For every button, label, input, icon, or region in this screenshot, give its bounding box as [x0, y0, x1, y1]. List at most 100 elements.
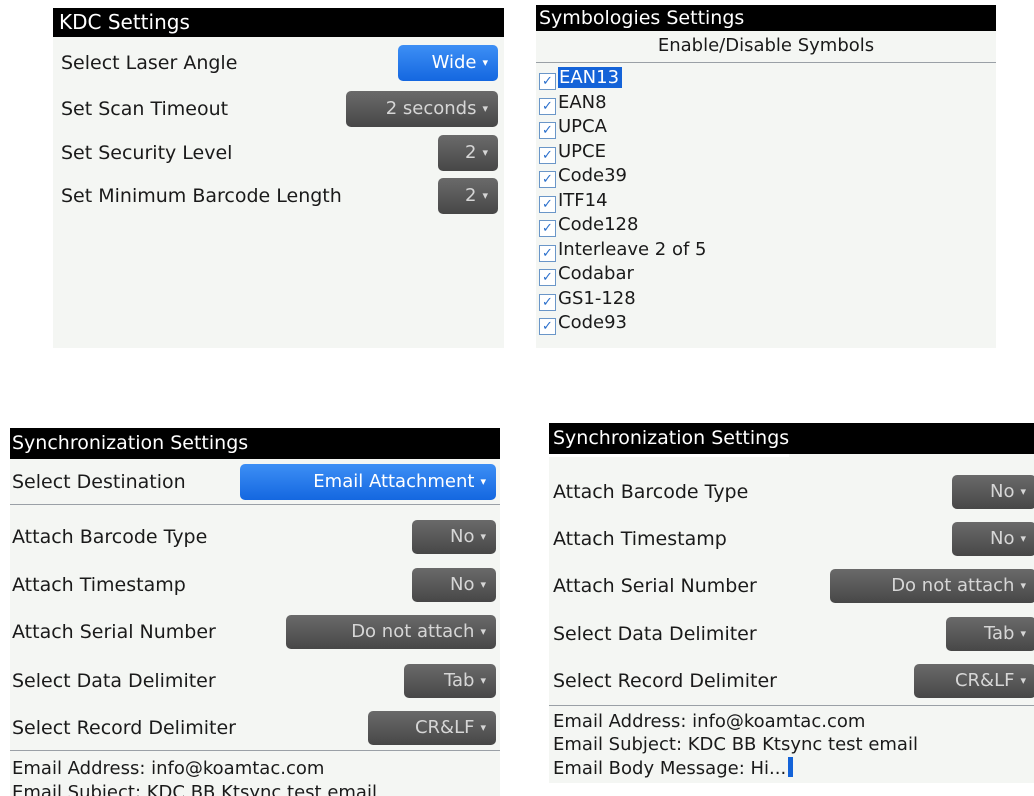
sync-row-record-delimiter: Select Record Delimiter CR&LF ▾ — [10, 707, 500, 749]
checkbox[interactable]: ✓ — [539, 97, 556, 115]
min-barcode-length-dropdown[interactable]: 2 ▾ — [438, 178, 498, 214]
sync-row-timestamp: Attach Timestamp No ▾ — [549, 518, 1034, 560]
symbol-item[interactable]: ✓ EAN8 — [539, 91, 607, 115]
sync-row-record-delimiter: Select Record Delimiter CR&LF ▾ — [549, 660, 1034, 702]
dropdown-value: Tab — [983, 623, 1015, 644]
symbol-item[interactable]: ✓ UPCA — [539, 115, 607, 139]
checkbox[interactable]: ✓ — [539, 73, 556, 90]
checkbox[interactable]: ✓ — [539, 220, 556, 237]
symbol-item[interactable]: ✓ ITF14 — [539, 189, 608, 213]
checkbox[interactable]: ✓ — [539, 318, 556, 335]
symbol-label: EAN8 — [558, 91, 607, 113]
serial-number-dropdown[interactable]: Do not attach ▾ — [830, 569, 1034, 603]
laser-angle-dropdown[interactable]: Wide ▾ — [398, 45, 498, 81]
kdc-row-security-level: Set Security Level 2 ▾ — [53, 133, 504, 173]
chevron-down-icon: ▾ — [482, 189, 488, 202]
email-body-field[interactable]: Email Body Message: Hi... — [553, 757, 794, 779]
symbol-item[interactable]: ✓ UPCE — [539, 140, 606, 164]
symbol-label: ITF14 — [558, 189, 608, 211]
row-label: Select Data Delimiter — [12, 670, 216, 692]
destination-dropdown[interactable]: Email Attachment ▾ — [240, 464, 496, 500]
record-delimiter-dropdown[interactable]: CR&LF ▾ — [914, 664, 1034, 698]
row-label: Select Record Delimiter — [553, 670, 777, 692]
symbol-item[interactable]: ✓ Codabar — [539, 262, 634, 286]
row-label: Select Laser Angle — [61, 52, 238, 74]
dropdown-value: Tab — [443, 670, 475, 691]
sync-row-timestamp: Attach Timestamp No ▾ — [10, 564, 500, 606]
row-label: Attach Barcode Type — [12, 526, 208, 548]
checkbox[interactable]: ✓ — [539, 171, 556, 188]
checkbox[interactable]: ✓ — [539, 293, 556, 311]
email-address-field[interactable]: Email Address: info@koamtac.com — [12, 758, 324, 779]
sync-settings-panel-left: Synchronization Settings Select Destinat… — [10, 428, 500, 796]
email-subject-field[interactable]: Email Subject: KDC BB Ktsync test email — [12, 782, 377, 796]
sync-row-serial-number: Attach Serial Number Do not attach ▾ — [10, 611, 500, 653]
checkbox[interactable]: ✓ — [539, 269, 556, 286]
chevron-down-icon: ▾ — [1020, 627, 1026, 640]
dropdown-value: 2 — [465, 142, 477, 163]
divider — [10, 750, 500, 751]
chevron-down-icon: ▾ — [1020, 532, 1026, 545]
email-subject-field[interactable]: Email Subject: KDC BB Ktsync test email — [553, 734, 918, 755]
symbol-label: Codabar — [558, 263, 634, 284]
data-delimiter-dropdown[interactable]: Tab ▾ — [946, 617, 1034, 651]
chevron-down-icon: ▾ — [480, 475, 486, 488]
timestamp-dropdown[interactable]: No ▾ — [952, 522, 1034, 556]
chevron-down-icon: ▾ — [482, 146, 488, 159]
chevron-down-icon: ▾ — [480, 530, 486, 543]
row-label: Attach Timestamp — [553, 528, 727, 550]
dropdown-value: Do not attach — [351, 621, 475, 642]
timestamp-dropdown[interactable]: No ▾ — [412, 568, 496, 602]
row-label: Attach Serial Number — [12, 621, 216, 643]
checkbox[interactable]: ✓ — [539, 146, 556, 164]
symbol-item[interactable]: ✓ EAN13 — [539, 66, 623, 90]
chevron-down-icon: ▾ — [482, 102, 488, 115]
data-delimiter-dropdown[interactable]: Tab ▾ — [404, 664, 496, 698]
symbol-item[interactable]: ✓ Interleave 2 of 5 — [539, 238, 707, 262]
dropdown-value: No — [989, 481, 1015, 502]
chevron-down-icon: ▾ — [480, 721, 486, 734]
dropdown-value: No — [989, 528, 1015, 549]
sync-row-data-delimiter: Select Data Delimiter Tab ▾ — [10, 660, 500, 702]
symbologies-settings-panel: Symbologies Settings Enable/Disable Symb… — [536, 5, 996, 348]
barcode-type-dropdown[interactable]: No ▾ — [412, 520, 496, 554]
checkbox[interactable]: ✓ — [539, 195, 556, 213]
kdc-row-laser-angle: Select Laser Angle Wide ▾ — [53, 43, 504, 83]
panel-title: Symbologies Settings — [536, 5, 996, 31]
security-level-dropdown[interactable]: 2 ▾ — [438, 135, 498, 171]
barcode-type-dropdown[interactable]: No ▾ — [952, 475, 1034, 509]
record-delimiter-dropdown[interactable]: CR&LF ▾ — [368, 711, 496, 745]
row-label: Set Security Level — [61, 142, 233, 164]
dropdown-value: CR&LF — [954, 670, 1015, 691]
row-label: Set Minimum Barcode Length — [61, 185, 342, 207]
panel-title: KDC Settings — [53, 8, 504, 37]
dropdown-value: 2 seconds — [385, 98, 477, 119]
title-underline — [549, 454, 789, 457]
dropdown-value: No — [449, 574, 475, 595]
row-label: Set Scan Timeout — [61, 98, 229, 120]
email-address-field[interactable]: Email Address: info@koamtac.com — [553, 711, 865, 732]
panel-title: Synchronization Settings — [549, 423, 1034, 454]
chevron-down-icon: ▾ — [482, 56, 488, 69]
row-label: Select Record Delimiter — [12, 717, 236, 739]
chevron-down-icon: ▾ — [1020, 485, 1026, 498]
chevron-down-icon: ▾ — [480, 625, 486, 638]
symbol-item[interactable]: ✓ Code93 — [539, 311, 627, 335]
row-label: Attach Timestamp — [12, 574, 186, 596]
sync-row-destination: Select Destination Email Attachment ▾ — [10, 461, 500, 503]
chevron-down-icon: ▾ — [1020, 579, 1026, 592]
checkbox[interactable]: ✓ — [539, 122, 556, 139]
kdc-row-min-barcode-length: Set Minimum Barcode Length 2 ▾ — [53, 176, 504, 216]
symbol-item[interactable]: ✓ Code128 — [539, 213, 638, 237]
divider — [549, 705, 1034, 706]
serial-number-dropdown[interactable]: Do not attach ▾ — [286, 615, 496, 649]
dropdown-value: CR&LF — [414, 717, 475, 738]
row-label: Attach Serial Number — [553, 575, 757, 597]
dropdown-value: Do not attach — [891, 575, 1015, 596]
checkbox[interactable]: ✓ — [539, 244, 556, 262]
symbol-item[interactable]: ✓ Code39 — [539, 164, 627, 188]
sync-row-data-delimiter: Select Data Delimiter Tab ▾ — [549, 613, 1034, 655]
symbol-label: UPCA — [558, 116, 607, 137]
symbol-item[interactable]: ✓ GS1-128 — [539, 287, 636, 311]
scan-timeout-dropdown[interactable]: 2 seconds ▾ — [346, 91, 498, 127]
